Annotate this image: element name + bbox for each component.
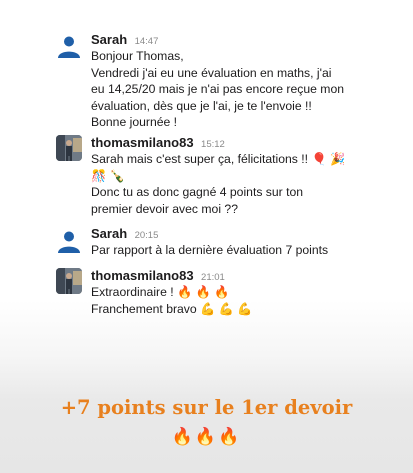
- message-header: thomasmilano83 21:01: [91, 267, 225, 285]
- person-silhouette-icon: [58, 36, 80, 58]
- message-line: Bonne journée !: [91, 115, 178, 129]
- profile-photo: [56, 268, 82, 294]
- author-name[interactable]: thomasmilano83: [91, 268, 194, 283]
- message-text: Extraordinaire ! 🔥 🔥 🔥 Franchement bravo…: [91, 284, 391, 317]
- message-line: Bonjour Thomas,: [91, 49, 184, 63]
- profile-photo: [56, 135, 82, 161]
- avatar[interactable]: [56, 33, 82, 59]
- message-line: Donc tu as donc gagné 4 points sur ton: [91, 185, 304, 199]
- fire-icon: 🔥🔥🔥: [171, 427, 242, 447]
- timestamp[interactable]: 15:12: [201, 139, 225, 150]
- banner-headline: +7 points sur le 1er devoir: [60, 396, 353, 419]
- message-header: Sarah 14:47: [91, 31, 158, 49]
- message-line: 🎊 🍾: [91, 168, 125, 183]
- avatar[interactable]: [56, 135, 82, 161]
- message-header: Sarah 20:15: [91, 225, 158, 243]
- timestamp[interactable]: 14:47: [135, 36, 159, 47]
- message-line: premier devoir avec moi ??: [91, 201, 238, 216]
- author-name[interactable]: Sarah: [91, 226, 127, 241]
- message-text: Bonjour Thomas, Vendredi j'ai eu une éva…: [91, 48, 391, 131]
- message-line: Franchement bravo 💪 💪 💪: [91, 301, 253, 316]
- message-line: Sarah mais c'est super ça, félicitations…: [91, 152, 346, 166]
- timestamp[interactable]: 20:15: [135, 230, 159, 241]
- message-text: Sarah mais c'est super ça, félicitations…: [91, 151, 391, 217]
- message-line: Vendredi j'ai eu une évaluation en maths…: [91, 65, 332, 80]
- message-line: Par rapport à la dernière évaluation 7 p…: [91, 243, 329, 257]
- avatar[interactable]: [56, 228, 82, 254]
- message-line: Extraordinaire ! 🔥 🔥 🔥: [91, 285, 230, 299]
- message-line: eu 14,25/20 mais je n'ai pas encore reçu…: [91, 82, 345, 96]
- avatar[interactable]: [56, 268, 82, 294]
- timestamp[interactable]: 21:01: [201, 272, 225, 283]
- message-header: thomasmilano83 15:12: [91, 134, 225, 152]
- message-line: évaluation, dès que je l'ai, je te l'env…: [91, 98, 312, 113]
- message-text: Par rapport à la dernière évaluation 7 p…: [91, 242, 391, 259]
- author-name[interactable]: Sarah: [91, 32, 127, 47]
- author-name[interactable]: thomasmilano83: [91, 135, 194, 150]
- person-silhouette-icon: [58, 231, 80, 253]
